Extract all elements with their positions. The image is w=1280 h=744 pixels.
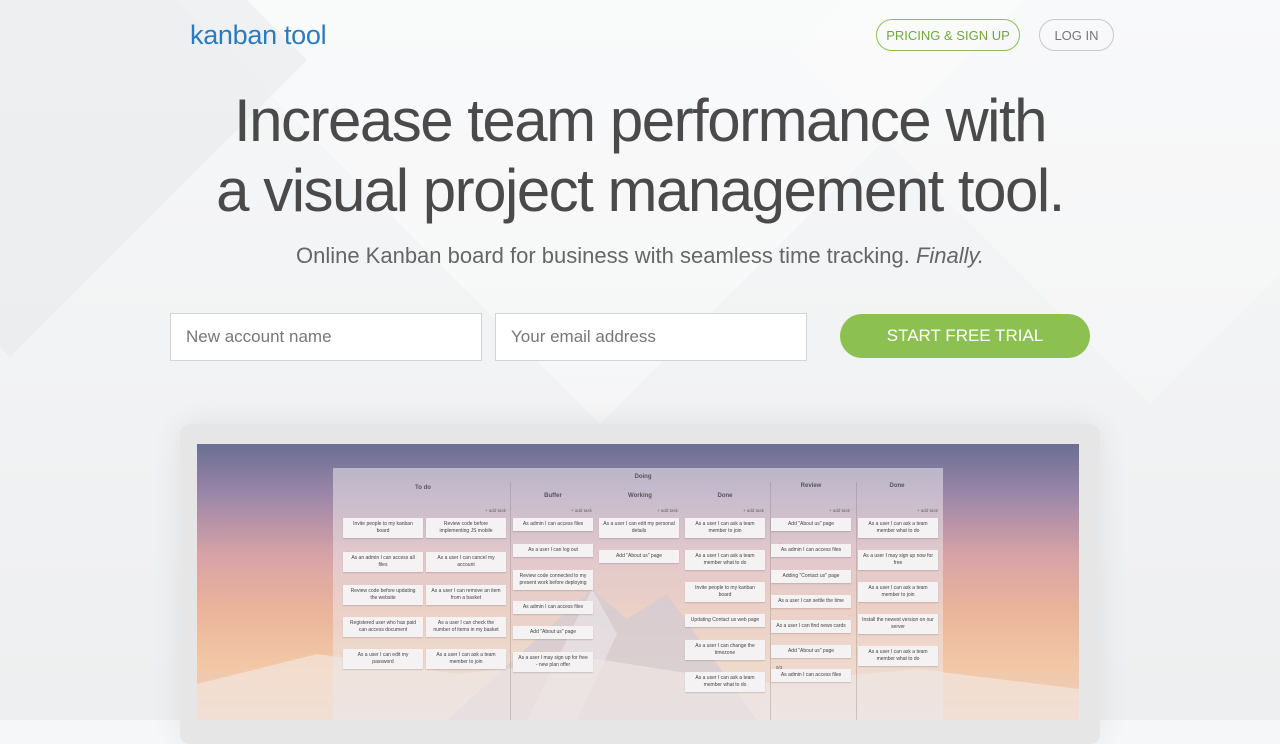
task-card[interactable]: As a user I can ask a team member what t… (858, 646, 938, 666)
task-card[interactable]: As a user I can edit my personal details (599, 518, 679, 538)
email-input[interactable] (495, 313, 807, 361)
page-headline: Increase team performance with a visual … (0, 86, 1280, 226)
task-card[interactable]: As a user I can ask a team member what t… (858, 518, 938, 538)
add-task-link[interactable]: + add task (657, 508, 678, 513)
column-header: Done (889, 483, 905, 489)
task-card[interactable]: As admin I can access files (771, 544, 851, 557)
board-preview: Doing To do Buffer Working Done Review D… (197, 444, 1079, 720)
task-card[interactable]: Registered user who has paid can access … (343, 617, 423, 637)
subhead-text: Online Kanban board for business with se… (295, 243, 910, 268)
task-card[interactable]: As a user I may sign up now for free (858, 550, 938, 570)
task-card[interactable]: As a user I can ask a team member to joi… (426, 649, 506, 669)
task-card[interactable]: As a user I can ask a team member to joi… (858, 582, 938, 602)
account-name-input[interactable] (170, 313, 482, 361)
add-task-link[interactable]: + add task (485, 508, 506, 513)
headline-line-1: Increase team performance with (233, 87, 1048, 154)
pricing-signup-button[interactable]: PRICING & SIGN UP (876, 19, 1020, 51)
task-card[interactable]: Adding "Contact us" page (771, 570, 851, 583)
column-group-doing: Doing (634, 474, 652, 480)
column-header: Working (628, 493, 652, 499)
task-card[interactable]: Install the newest version on our server (858, 614, 938, 634)
subhead-emphasis: Finally. (915, 243, 985, 268)
column-header: Review (800, 483, 822, 489)
task-card[interactable]: As a user I may sign up for free - new p… (513, 652, 593, 672)
login-button[interactable]: LOG IN (1039, 19, 1114, 51)
task-card[interactable]: As a user I can cancel my account (426, 552, 506, 572)
task-card[interactable]: As a user I can ask a team member what t… (685, 672, 765, 692)
headline-line-2: a visual project management tool. (216, 157, 1065, 224)
kanban-board: Doing To do Buffer Working Done Review D… (333, 468, 943, 720)
add-task-link[interactable]: + add task (743, 508, 764, 513)
task-card[interactable]: As a user I can check the number of item… (426, 617, 506, 637)
task-card[interactable]: As a user I can change the timezone (685, 640, 765, 660)
task-card[interactable]: Review code before implementing JS mobil… (426, 518, 506, 538)
task-card[interactable]: Invite people to my kanban board (685, 582, 765, 602)
task-card[interactable]: As a user I can ask a team member what t… (685, 550, 765, 570)
add-task-link[interactable]: + add task (829, 508, 850, 513)
task-card[interactable]: As a user I can edit my password (343, 649, 423, 669)
task-card[interactable]: As a user I can find news cards (771, 620, 851, 633)
task-card[interactable]: As a user I can ask a team member to joi… (685, 518, 765, 538)
column-header: Buffer (544, 493, 562, 499)
task-card[interactable]: Updating Contact us web page (685, 614, 765, 627)
column-header: Done (717, 493, 733, 499)
column-header: To do (415, 485, 431, 491)
start-free-trial-button[interactable]: START FREE TRIAL (840, 314, 1090, 358)
add-task-link[interactable]: + add task (571, 508, 592, 513)
task-card[interactable]: Review code before updating the website (343, 585, 423, 605)
task-card[interactable]: Invite people to my kanban board (343, 518, 423, 538)
task-card[interactable]: As admin I can access files (513, 601, 593, 614)
task-card[interactable]: As a user I can remove an item from a ba… (426, 585, 506, 605)
task-card[interactable]: As a user I can settle the time (771, 595, 851, 608)
task-card[interactable]: Add "About us" page (513, 626, 593, 639)
task-card[interactable]: Add "About us" page (771, 518, 851, 531)
task-card[interactable]: Add "About us" page (771, 645, 851, 658)
task-card[interactable]: As a user I can log out (513, 544, 593, 557)
task-card[interactable]: As admin I can access files (513, 518, 593, 531)
task-card[interactable]: As admin I can access files (771, 669, 851, 682)
task-card[interactable]: As an admin I can access all files (343, 552, 423, 572)
add-task-link[interactable]: + add task (917, 508, 938, 513)
logo[interactable]: kanban tool (190, 20, 327, 51)
task-card[interactable]: Add "About us" page (599, 550, 679, 563)
task-card[interactable]: Review code connected to my present work… (513, 570, 593, 590)
subheadline: Online Kanban board for business with se… (0, 243, 1280, 269)
